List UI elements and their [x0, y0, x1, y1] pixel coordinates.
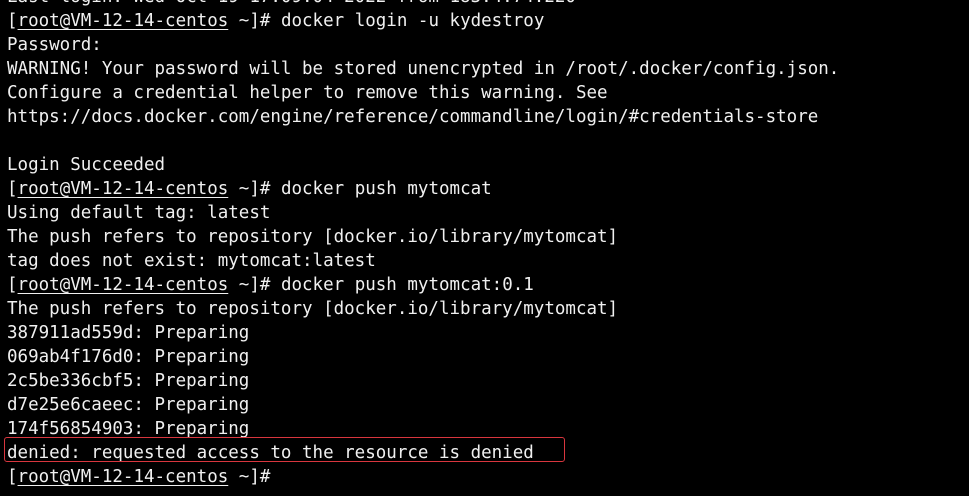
prompt-host: root@VM-12-14-centos	[17, 11, 229, 31]
prompt-bracket: [	[7, 11, 18, 31]
output-text: d7e25e6caeec: Preparing	[7, 395, 250, 415]
output-text: 174f56854903: Preparing	[7, 419, 250, 439]
output-line: 069ab4f176d0: Preparing	[7, 345, 839, 369]
output-line: Configure a credential helper to remove …	[7, 81, 839, 105]
prompt-line: [root@VM-12-14-centos ~]# docker login -…	[7, 9, 839, 33]
terminal-window[interactable]: Last login: Wed Oct 19 17:09:04 2022 fro…	[0, 0, 969, 496]
output-line: 387911ad559d: Preparing	[7, 321, 839, 345]
output-line: WARNING! Your password will be stored un…	[7, 57, 839, 81]
output-line: 2c5be336cbf5: Preparing	[7, 369, 839, 393]
output-line: Password:	[7, 33, 839, 57]
output-text: Password:	[7, 35, 102, 55]
output-text: WARNING! Your password will be stored un…	[7, 59, 840, 79]
output-text: The push refers to repository [docker.io…	[7, 299, 619, 319]
error-highlight-box	[4, 437, 565, 462]
output-text: 387911ad559d: Preparing	[7, 323, 250, 343]
output-text: 2c5be336cbf5: Preparing	[7, 371, 250, 391]
output-text: Last login: Wed Oct 19 17:09:04 2022 fro…	[7, 0, 576, 7]
output-line: https://docs.docker.com/engine/reference…	[7, 105, 839, 129]
output-line: tag does not exist: mytomcat:latest	[7, 249, 839, 273]
command-text: docker push mytomcat:0.1	[280, 275, 534, 295]
prompt-suffix: ~]#	[228, 467, 271, 487]
output-text: 069ab4f176d0: Preparing	[7, 347, 250, 367]
command-text: docker push mytomcat	[280, 179, 492, 199]
prompt-host: root@VM-12-14-centos	[17, 467, 229, 487]
output-line: The push refers to repository [docker.io…	[7, 297, 839, 321]
output-line: The push refers to repository [docker.io…	[7, 225, 839, 249]
prompt-line: [root@VM-12-14-centos ~]#	[7, 465, 839, 489]
prompt-bracket: [	[7, 467, 18, 487]
output-text: Using default tag: latest	[7, 203, 271, 223]
output-line: Using default tag: latest	[7, 201, 839, 225]
output-text: https://docs.docker.com/engine/reference…	[7, 107, 819, 127]
prompt-host: root@VM-12-14-centos	[17, 179, 229, 199]
prompt-host: root@VM-12-14-centos	[17, 275, 229, 295]
prompt-bracket: [	[7, 179, 18, 199]
prompt-suffix: ~]#	[228, 11, 281, 31]
output-text: tag does not exist: mytomcat:latest	[7, 251, 376, 271]
output-text: Configure a credential helper to remove …	[7, 83, 608, 103]
prompt-suffix: ~]#	[228, 179, 281, 199]
prompt-line: [root@VM-12-14-centos ~]# docker push my…	[7, 177, 839, 201]
output-line: Login Succeeded	[7, 153, 839, 177]
prompt-suffix: ~]#	[228, 275, 281, 295]
terminal-output: Last login: Wed Oct 19 17:09:04 2022 fro…	[7, 0, 839, 489]
output-text: The push refers to repository [docker.io…	[7, 227, 619, 247]
command-text: docker login -u kydestroy	[280, 11, 545, 31]
output-line: d7e25e6caeec: Preparing	[7, 393, 839, 417]
prompt-bracket: [	[7, 275, 18, 295]
output-line: Last login: Wed Oct 19 17:09:04 2022 fro…	[7, 0, 839, 9]
output-text: Login Succeeded	[7, 155, 166, 175]
prompt-line: [root@VM-12-14-centos ~]# docker push my…	[7, 273, 839, 297]
